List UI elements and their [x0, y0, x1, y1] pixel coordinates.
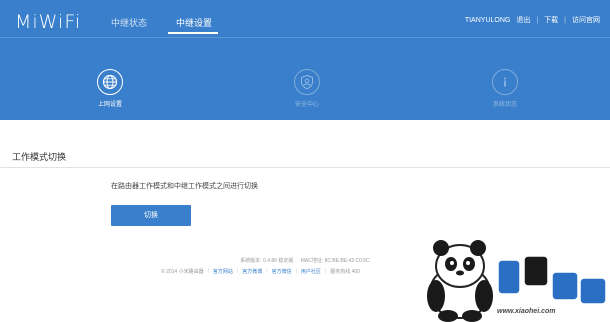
user-area: TIANYULONG 退出 | 下载 | 访问官网	[465, 15, 600, 25]
panel-divider	[0, 167, 610, 168]
globe-icon	[97, 69, 123, 95]
tab-relay-status[interactable]: 中继状态	[111, 16, 147, 29]
info-icon	[492, 69, 518, 95]
separator: |	[266, 268, 268, 274]
watermark-url: www.xiaohei.com	[497, 308, 556, 315]
mac-address: MAC地址: 8C:BE:BE:42:C0:5C	[300, 258, 370, 264]
subnav-security-center[interactable]: 安全中心	[277, 69, 337, 108]
subnav-internet-settings[interactable]: 上网设置	[80, 69, 140, 108]
active-tab-indicator	[168, 32, 218, 34]
download-link[interactable]: 下载	[544, 15, 558, 25]
subnav-label: 上网设置	[97, 102, 122, 108]
shield-user-icon	[294, 69, 320, 95]
logout-link[interactable]: 退出	[516, 15, 530, 25]
footer-links: © 2014 小米路由器 | 官方网站 | 官方微博 | 官方微信 | 用户社区…	[161, 268, 360, 275]
mode-switch-description: 在路由器工作模式和中继工作模式之间进行切换	[111, 183, 258, 190]
separator: |	[324, 268, 327, 274]
separator: |	[207, 268, 209, 274]
header-divider	[0, 37, 610, 38]
header: MiWiFi 中继状态 中继设置 TIANYULONG 退出 | 下载 | 访问…	[0, 0, 610, 120]
separator: |	[536, 16, 539, 24]
miwifi-logo: MiWiFi	[15, 11, 82, 33]
official-weibo-link[interactable]: 官方微博	[242, 268, 262, 275]
copyright: © 2014 小米路由器	[161, 269, 204, 275]
separator: |	[564, 16, 566, 24]
panel-title: 工作模式切换	[12, 152, 67, 162]
tab-relay-settings[interactable]: 中继设置	[176, 16, 212, 29]
user-community-link[interactable]: 用户社区	[301, 268, 321, 275]
username[interactable]: TIANYULONG	[465, 17, 511, 24]
switch-mode-button[interactable]: 切换	[111, 205, 191, 226]
subnav-system-status[interactable]: 系统状态	[475, 69, 535, 108]
visit-website-link[interactable]: 访问官网	[572, 15, 600, 25]
official-website-link[interactable]: 官方网站	[213, 268, 233, 275]
official-wechat-link[interactable]: 官方微信	[272, 268, 292, 275]
separator: |	[236, 268, 239, 274]
system-version: 系统版本: 0.4.86 稳定版	[240, 258, 294, 264]
separator: |	[295, 268, 297, 274]
service-hotline: 服务热线 400	[330, 269, 360, 275]
subnav-label: 安全中心	[294, 102, 319, 108]
subnav-label: 系统状态	[492, 102, 517, 108]
